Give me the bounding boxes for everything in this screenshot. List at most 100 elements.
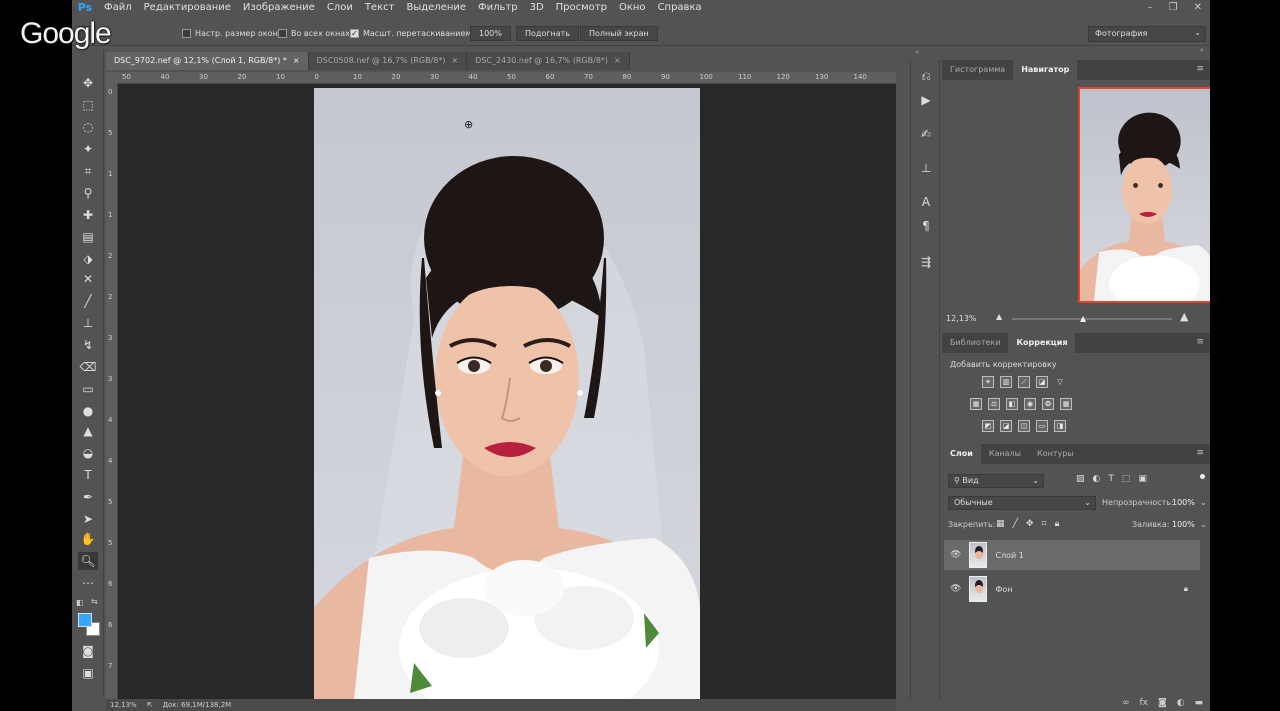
link-layers-icon[interactable]: ∞ (1122, 698, 1130, 708)
filter-shape-icon[interactable]: ⬚ (1122, 474, 1131, 484)
filter-pixel-icon[interactable]: ▨ (1076, 474, 1085, 484)
layer-name[interactable]: Слой 1 (995, 551, 1023, 560)
history-panel-icon[interactable]: ⎌ (918, 68, 934, 84)
gradient-tool-icon[interactable]: ▭ (78, 380, 98, 398)
eraser-tool-icon[interactable]: ⌫ (78, 358, 98, 376)
vibrance-icon[interactable]: ▽ (1054, 376, 1066, 388)
vertical-ruler[interactable]: 0 5 1 1 2 2 3 3 4 4 5 5 6 6 7 (106, 84, 118, 699)
crop-tool-icon[interactable]: ⌗ (78, 162, 98, 180)
move-tool-icon[interactable]: ✥ (78, 74, 98, 92)
blur-tool-icon[interactable]: ● (78, 402, 98, 420)
eyedropper-tool-icon[interactable]: ⚲ (78, 184, 98, 202)
black-white-icon[interactable]: ◧ (1006, 398, 1018, 410)
channel-mixer-icon[interactable]: ❂ (1042, 398, 1054, 410)
character-panel-icon[interactable]: A (918, 194, 934, 210)
close-icon[interactable]: × (293, 52, 300, 70)
lock-all-icon[interactable]: 🔒︎ (1055, 519, 1060, 529)
new-adjustment-icon[interactable]: ◐ (1177, 698, 1185, 708)
brush-tool-icon[interactable]: ╱ (78, 292, 98, 310)
lasso-tool-icon[interactable]: ◌ (78, 118, 98, 136)
invert-icon[interactable]: ◩ (982, 420, 994, 432)
all-windows-option[interactable]: Во всех окнах (278, 29, 350, 38)
brush-settings-icon[interactable]: ✍ (918, 126, 934, 142)
magic-wand-tool-icon[interactable]: ✦ (78, 140, 98, 158)
tab-document-3[interactable]: DSC_2430.nef @ 16,7% (RGB/8*) × (467, 52, 630, 70)
color-balance-icon[interactable]: ⚖ (988, 398, 1000, 410)
opacity-input[interactable]: 100% (1172, 498, 1195, 507)
filter-type-icon[interactable]: T (1108, 474, 1114, 484)
close-icon[interactable]: × (451, 52, 458, 70)
navigator-zoom-value[interactable]: 12,13% (946, 314, 977, 323)
fit-screen-button[interactable]: Подогнать (516, 26, 580, 41)
status-doc-size[interactable]: Док: 69,1M/138,2M (163, 701, 232, 709)
chevron-down-icon[interactable]: ⌄ (1200, 498, 1207, 507)
swap-colors-icon[interactable]: ⇆ (91, 597, 98, 606)
lock-position-icon[interactable]: ✥ (1026, 519, 1034, 529)
red-eye-tool-icon[interactable]: ✕ (78, 270, 98, 288)
sharpen-tool-icon[interactable]: ▲ (78, 422, 98, 440)
close-icon[interactable]: × (614, 52, 621, 70)
resize-windows-option[interactable]: Настр. размер окон (182, 29, 278, 38)
menu-filter[interactable]: Фильтр (472, 0, 524, 16)
menu-window[interactable]: Окно (613, 0, 652, 16)
status-zoom[interactable]: 12,13% (110, 701, 137, 709)
zoom-out-icon[interactable]: ▲ (996, 312, 1002, 321)
collapse-strip-icon[interactable]: « (915, 48, 919, 56)
bride-photo[interactable]: ⊕ (314, 88, 700, 699)
marquee-tool-icon[interactable]: ⬚ (78, 96, 98, 114)
paragraph-panel-icon[interactable]: ¶ (918, 218, 934, 234)
menu-edit[interactable]: Редактирование (138, 0, 237, 16)
all-windows-checkbox[interactable] (278, 29, 287, 38)
canvas-area[interactable]: ⊕ (118, 84, 896, 699)
resize-windows-checkbox[interactable] (182, 29, 191, 38)
navigator-zoom-slider[interactable] (1012, 318, 1172, 320)
stamp-tool-icon[interactable]: ⊥ (78, 314, 98, 332)
layer-name[interactable]: Фон (995, 585, 1012, 594)
workspace-select[interactable]: Фотография ⌄ (1088, 26, 1206, 42)
threshold-icon[interactable]: ◫ (1018, 420, 1030, 432)
exposure-icon[interactable]: ◪ (1036, 376, 1048, 388)
quick-mask-icon[interactable]: ◙ (78, 642, 98, 660)
tab-layers[interactable]: Слои (942, 444, 981, 464)
collapse-panels-icon[interactable]: » (1200, 46, 1204, 54)
restore-icon[interactable]: ❐ (1169, 0, 1178, 16)
menu-layers[interactable]: Слои (321, 0, 359, 16)
visibility-eye-icon[interactable]: 👁︎ (950, 584, 961, 594)
menu-type[interactable]: Текст (359, 0, 401, 16)
horizontal-ruler[interactable]: 50 40 30 20 10 0 10 20 30 40 50 60 70 80 90 100 110 120 13… (118, 72, 896, 84)
layer-row[interactable]: 👁︎ Фон 🔒︎ (944, 574, 1200, 604)
layer-filter-select[interactable]: ⚲ Вид ⌄ (948, 474, 1044, 488)
default-colors-icon[interactable]: ◧ (76, 598, 84, 607)
selective-color-icon[interactable]: ◨ (1054, 420, 1066, 432)
tab-navigator[interactable]: Навигатор (1013, 60, 1078, 80)
filter-toggle[interactable] (1200, 474, 1205, 479)
chevron-down-icon[interactable]: ⌄ (1200, 520, 1207, 529)
screen-mode-icon[interactable]: ▣ (78, 664, 98, 682)
menu-select[interactable]: Выделение (400, 0, 472, 16)
more-tools-icon[interactable]: ⋯ (78, 574, 98, 592)
zoom-100-button[interactable]: 100% (470, 26, 511, 41)
navigator-preview[interactable] (1078, 87, 1210, 303)
tab-libraries[interactable]: Библиотеки (942, 333, 1008, 353)
filter-adjustment-icon[interactable]: ◐ (1093, 474, 1101, 484)
menu-view[interactable]: Просмотр (550, 0, 613, 16)
menu-help[interactable]: Справка (652, 0, 708, 16)
layer-style-icon[interactable]: fx (1140, 698, 1149, 708)
healing-brush-tool-icon[interactable]: ✚ (78, 206, 98, 224)
color-lookup-icon[interactable]: ▦ (1060, 398, 1072, 410)
tab-adjustments[interactable]: Коррекция (1008, 333, 1076, 353)
pen-tool-icon[interactable]: ✒ (78, 488, 98, 506)
fill-screen-button[interactable]: Полный экран (580, 26, 658, 41)
scrubby-zoom-option[interactable]: ✓ Масшт. перетаскиванием (350, 29, 471, 38)
menu-3d[interactable]: 3D (524, 0, 550, 16)
menu-file[interactable]: Файл (98, 0, 138, 16)
curves-icon[interactable]: ⟋ (1018, 376, 1030, 388)
tab-channels[interactable]: Каналы (981, 444, 1029, 464)
path-selection-tool-icon[interactable]: ➤ (78, 510, 98, 528)
tab-document-1[interactable]: DSC_9702.nef @ 12,1% (Слой 1, RGB/8*) * … (106, 52, 309, 70)
panel-menu-icon[interactable]: ≡ (1196, 64, 1204, 74)
layer-mask-icon[interactable]: ◙ (1158, 698, 1167, 708)
lock-artboard-icon[interactable]: ⌗ (1041, 519, 1046, 529)
history-brush-tool-icon[interactable]: ↯ (78, 336, 98, 354)
hue-saturation-icon[interactable]: ▦ (970, 398, 982, 410)
